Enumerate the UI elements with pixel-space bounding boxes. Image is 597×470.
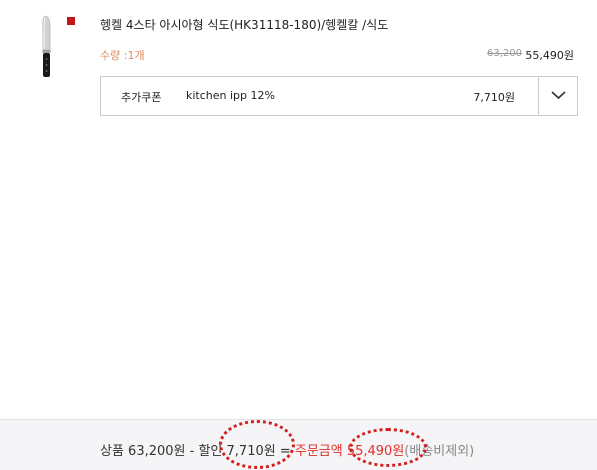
order-summary-text: 상품 63,200원 - 할인 7,710원 = 주문금액 55,490원(배송… bbox=[100, 440, 474, 459]
summary-product-total: 상품 63,200원 - bbox=[100, 444, 199, 459]
original-price: 63,200 bbox=[487, 48, 522, 59]
summary-discount: 할인 7,710원 = bbox=[198, 444, 295, 459]
coupon-amount: 7,710원 bbox=[473, 91, 515, 104]
product-title[interactable]: 헹켈 4스타 아시아형 식도(HK31118-180)/헹켈칼 /식도 bbox=[100, 16, 388, 33]
summary-order-amount: 55,490원 bbox=[346, 444, 405, 459]
order-summary-bar: 상품 63,200원 - 할인 7,710원 = 주문금액 55,490원(배송… bbox=[0, 419, 597, 470]
order-page: 헹켈 4스타 아시아형 식도(HK31118-180)/헹켈칼 /식도 수량 :… bbox=[0, 0, 597, 470]
quantity-label: 수량 :1개 bbox=[100, 49, 145, 62]
sale-price: 55,490원 bbox=[525, 49, 574, 62]
coupon-divider bbox=[538, 77, 539, 115]
summary-shipping-note: (배송비제외) bbox=[404, 444, 475, 459]
coupon-select[interactable]: 추가쿠폰 kitchen ipp 12% 7,710원 bbox=[100, 76, 578, 116]
chevron-down-icon[interactable] bbox=[551, 89, 566, 101]
summary-order-label: 주문금액 bbox=[294, 444, 347, 459]
coupon-label: 추가쿠폰 bbox=[121, 91, 162, 104]
knife-product-image bbox=[42, 15, 51, 77]
coupon-name: kitchen ipp 12% bbox=[186, 89, 275, 102]
brand-logo-icon bbox=[67, 17, 75, 25]
